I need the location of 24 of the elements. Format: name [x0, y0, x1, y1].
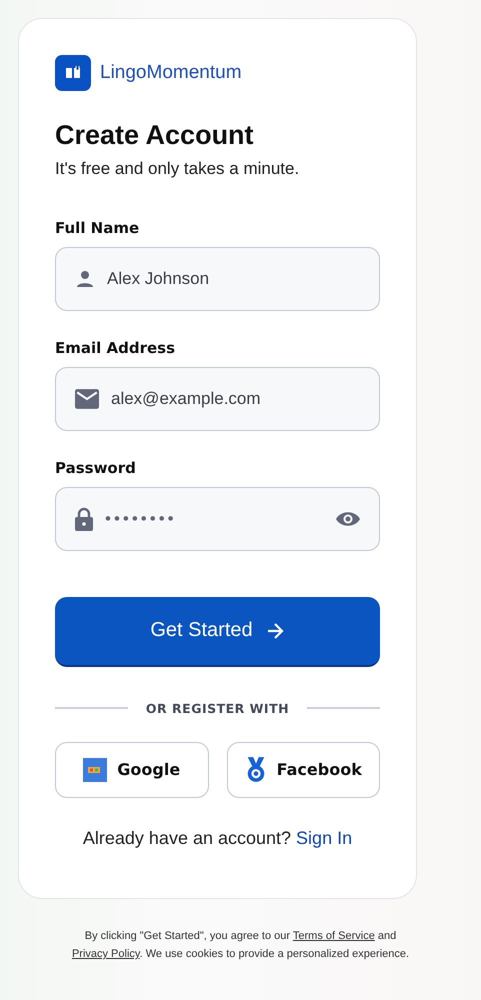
legal-link[interactable]: Terms of Service	[292, 930, 375, 942]
field-label: Email Address	[55, 338, 176, 357]
sign-in-link[interactable]: Sign In	[296, 828, 352, 848]
legal-notice: By clicking "Get Started", you agree to our Terms of Service and Privacy Policy. We use cookies to provide a personalized experience.	[70, 929, 410, 962]
field-label: Password	[55, 458, 137, 477]
page-heading: Create Account	[55, 121, 255, 151]
name-field[interactable]: Alex Johnson	[55, 246, 380, 311]
sign-in-prompt: Already have an account? Sign In	[82, 828, 354, 849]
social-button[interactable]: Facebook	[226, 742, 380, 798]
app-tile-icon	[83, 758, 108, 782]
social-button[interactable]: Google	[55, 742, 208, 798]
get-started-button[interactable]: Get Started	[55, 596, 380, 667]
mail-icon	[75, 388, 99, 409]
eye-icon[interactable]	[335, 510, 361, 528]
password-field[interactable]: ••••••••	[55, 486, 380, 551]
lock-icon	[75, 506, 93, 531]
subheading: It's free and only takes a minute.	[55, 158, 300, 179]
book-logo-icon	[55, 55, 91, 91]
field-label: Full Name	[55, 218, 140, 237]
email-field[interactable]: alex@example.com	[55, 366, 380, 431]
brand-name: LingoMomentum	[100, 62, 242, 84]
person-icon	[75, 268, 95, 289]
legal-link[interactable]: Privacy Policy	[72, 948, 140, 960]
divider-text: OR REGISTER WITH	[146, 700, 290, 716]
